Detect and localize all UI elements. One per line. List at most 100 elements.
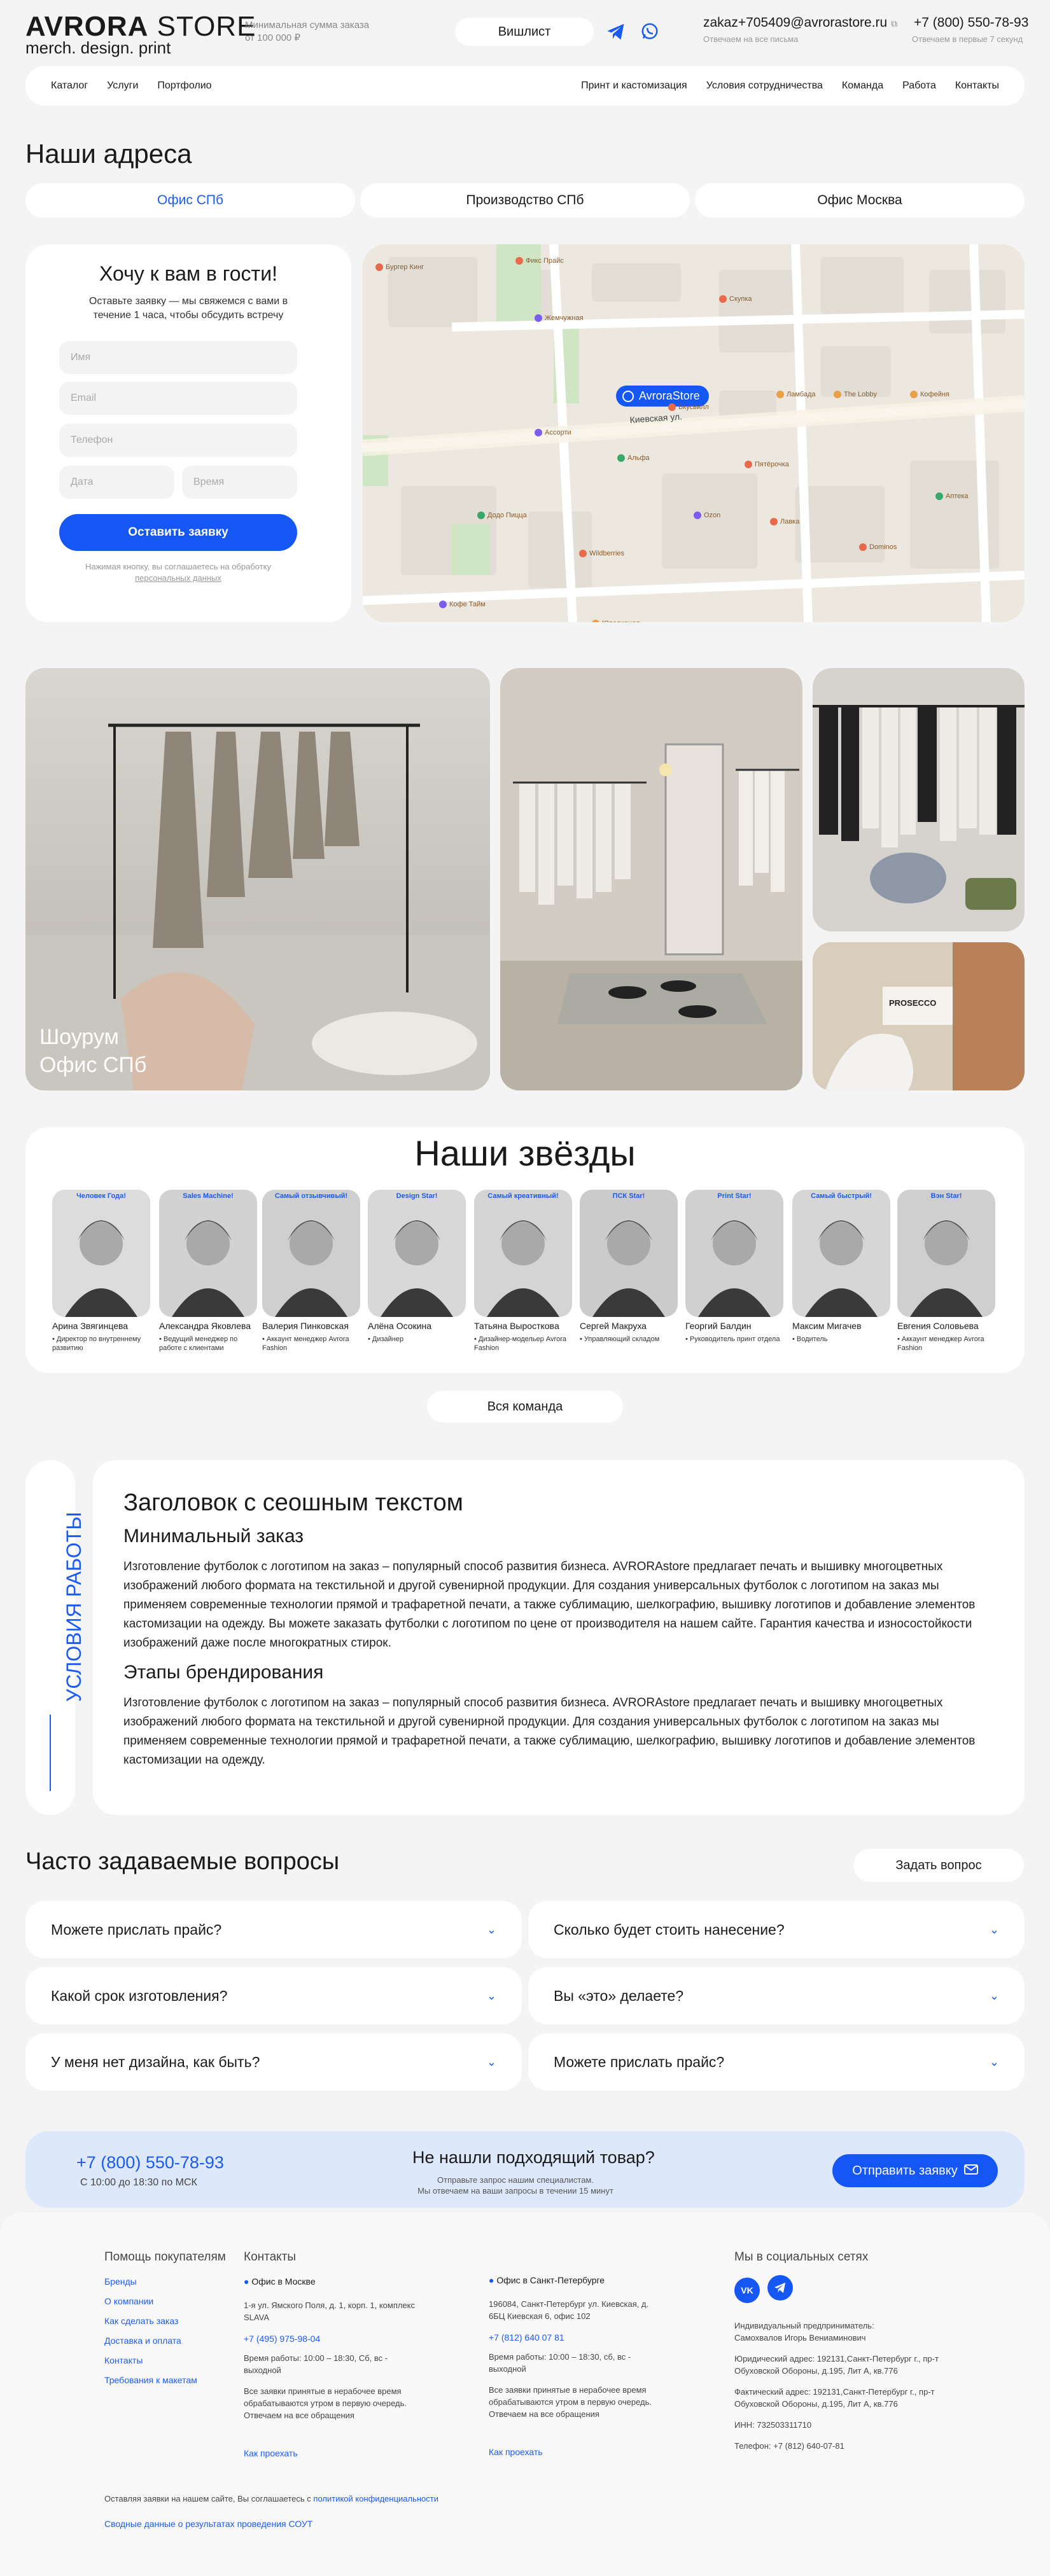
copy-icon[interactable]: ⧉: [891, 18, 897, 29]
spb-phone[interactable]: +7 (812) 640 07 81: [489, 2331, 667, 2344]
map-poi[interactable]: Ювелирная: [592, 620, 640, 622]
faq-item[interactable]: Какой срок изготовления? ⌄: [25, 1967, 522, 2024]
help-link[interactable]: Доставка и оплата: [104, 2334, 232, 2347]
team-member[interactable]: Человек Года! Арина Звягинцева • Директор …: [52, 1190, 150, 1353]
faq-item[interactable]: Можете прислать прайс? ⌄: [528, 2033, 1025, 2091]
map-poi[interactable]: Dominos: [859, 543, 897, 551]
map-poi[interactable]: Вкусвилл: [668, 403, 709, 411]
member-photo: Design Star!: [368, 1190, 466, 1317]
team-member[interactable]: Самый отзывчивый! Валерия Пинковская • Акк…: [262, 1190, 360, 1353]
privacy-link[interactable]: политикой конфиденциальности: [313, 2494, 438, 2503]
name-input[interactable]: Имя: [59, 341, 297, 374]
nav-services[interactable]: Услуги: [107, 80, 138, 92]
nav-jobs[interactable]: Работа: [902, 80, 936, 92]
nav-catalog[interactable]: Каталог: [51, 80, 88, 92]
phone-input[interactable]: Телефон: [59, 424, 297, 457]
help-link[interactable]: Контакты: [104, 2354, 232, 2367]
sout-link[interactable]: Сводные данные о результатах проведения …: [104, 2517, 677, 2530]
wishlist-button[interactable]: Вишлист: [455, 18, 594, 46]
help-link[interactable]: Как сделать заказ: [104, 2315, 232, 2327]
nav-team[interactable]: Команда: [842, 80, 883, 92]
vk-icon[interactable]: VK: [734, 2278, 760, 2303]
consent-link[interactable]: персональных данных: [135, 573, 221, 583]
map-poi[interactable]: Жемчужная: [535, 314, 584, 322]
tab-production-spb[interactable]: Производство СПб: [360, 183, 690, 218]
showroom-photo-4[interactable]: PROSECCO: [813, 942, 1025, 1090]
msk-phone[interactable]: +7 (495) 975-98-04: [244, 2332, 416, 2345]
prosecco-sign: PROSECCO: [889, 998, 936, 1008]
all-team-button[interactable]: Вся команда: [427, 1391, 623, 1423]
map-poi[interactable]: Кофейня: [910, 391, 949, 398]
map-poi[interactable]: Ozon: [694, 512, 720, 519]
faq-question: Можете прислать прайс?: [51, 1921, 222, 1938]
map-poi[interactable]: The Lobby: [834, 391, 877, 398]
spb-route-link[interactable]: Как проехать: [489, 2446, 667, 2458]
time-input[interactable]: Время: [182, 466, 297, 499]
logo[interactable]: AVRORA STORE merch. design. print: [25, 13, 256, 57]
ask-question-button[interactable]: Задать вопрос: [853, 1849, 1024, 1882]
showroom-photo-3[interactable]: [813, 668, 1025, 931]
map-poi[interactable]: Скупка: [719, 295, 752, 303]
map-poi[interactable]: Бургер Кинг: [375, 263, 424, 271]
member-portrait: [275, 1220, 347, 1317]
telegram-icon[interactable]: [606, 23, 626, 44]
nav-terms[interactable]: Условия сотрудничества: [706, 80, 823, 92]
map-poi[interactable]: Ламбада: [776, 391, 815, 398]
team-member[interactable]: Самый быстрый! Максим Мигачев • Водитель: [792, 1190, 890, 1344]
poi-label: Ювелирная: [602, 620, 640, 622]
poi-marker-icon: [668, 403, 676, 411]
help-link[interactable]: Требования к макетам: [104, 2374, 232, 2386]
date-input[interactable]: Дата: [59, 466, 174, 499]
msk-route-link[interactable]: Как проехать: [244, 2447, 416, 2460]
nav-portfolio[interactable]: Портфолио: [157, 80, 211, 92]
member-photo: Sales Machine!: [159, 1190, 257, 1317]
map-poi[interactable]: Додо Пицца: [477, 512, 527, 519]
member-name: Валерия Пинковская: [262, 1321, 349, 1331]
member-name: Сергей Макруха: [580, 1321, 647, 1331]
tab-office-moscow[interactable]: Офис Москва: [695, 183, 1025, 218]
email-input[interactable]: Email: [59, 382, 297, 415]
privacy-line: Оставляя заявки на нашем сайте, Вы согла…: [104, 2493, 677, 2505]
showroom-photo-2[interactable]: [500, 668, 802, 1090]
map-poi[interactable]: Лавка: [770, 518, 799, 526]
faq-item[interactable]: Сколько будет стоить нанесение? ⌄: [528, 1901, 1025, 1958]
map-poi[interactable]: Ассорти: [535, 429, 571, 436]
submit-request-button[interactable]: Оставить заявку: [59, 514, 297, 551]
team-member[interactable]: Design Star! Алёна Осокина • Дизайнер: [368, 1190, 466, 1344]
actual-address: Фактический адрес: 192131,Санкт-Петербур…: [734, 2387, 935, 2409]
faq-item[interactable]: У меня нет дизайна, как быть? ⌄: [25, 2033, 522, 2091]
showroom-photo-1[interactable]: Шоурум Офис СПб: [25, 668, 490, 1090]
min-order-heading: Минимальный заказ: [123, 1526, 304, 1547]
team-member[interactable]: Вэн Star! Евгения Соловьева • Аккаунт мене…: [897, 1190, 995, 1353]
team-member[interactable]: Самый креативный! Татьяна Выростковa • Диз…: [474, 1190, 572, 1353]
help-link[interactable]: Бренды: [104, 2275, 232, 2288]
map-poi[interactable]: Фикс Прайс: [515, 257, 564, 265]
office-map[interactable]: Киевская ул. AvroraStore Бургер Кинг Фикс…: [363, 244, 1025, 622]
cta-phone[interactable]: +7 (800) 550-78-93: [76, 2153, 224, 2173]
header-email[interactable]: zakaz+705409@avrorastore.ru ⧉: [703, 15, 897, 31]
help-link[interactable]: О компании: [104, 2295, 232, 2308]
social-icons: VK: [734, 2275, 951, 2303]
team-member[interactable]: ПСК Star! Сергей Макруха • Управляющий скл…: [580, 1190, 678, 1344]
map-poi[interactable]: Wildberries: [579, 550, 624, 557]
send-request-button[interactable]: Отправить заявку: [832, 2154, 998, 2187]
footer-legal: Мы в социальных сетях VK Индивидуальный …: [734, 2251, 951, 2452]
map-poi[interactable]: Кофе Тайм: [439, 601, 486, 608]
faq-item[interactable]: Вы «это» делаете? ⌄: [528, 1967, 1025, 2024]
email-note: Отвечаем на все письма: [703, 34, 799, 44]
map-poi[interactable]: Пятёрочка: [745, 461, 789, 468]
team-member[interactable]: Sales Machine! Александра Яковлева • Ведущ…: [159, 1190, 257, 1353]
member-badge: Print Star!: [717, 1192, 752, 1200]
member-photo: Человек Года!: [52, 1190, 150, 1317]
map-poi[interactable]: Альфа: [617, 454, 650, 462]
telegram-icon[interactable]: [767, 2275, 793, 2301]
header-phone[interactable]: +7 (800) 550-78-93: [914, 15, 1028, 31]
tab-office-spb[interactable]: Офис СПб: [25, 183, 355, 218]
nav-contacts[interactable]: Контакты: [955, 80, 999, 92]
team-member[interactable]: Print Star! Георгий Балдин • Руководитель …: [685, 1190, 783, 1344]
map-poi[interactable]: Аптека: [935, 492, 969, 500]
faq-item[interactable]: Можете прислать прайс? ⌄: [25, 1901, 522, 1958]
nav-print[interactable]: Принт и кастомизация: [581, 80, 687, 92]
whatsapp-icon[interactable]: [640, 22, 659, 44]
member-name: Алёна Осокина: [368, 1321, 431, 1331]
